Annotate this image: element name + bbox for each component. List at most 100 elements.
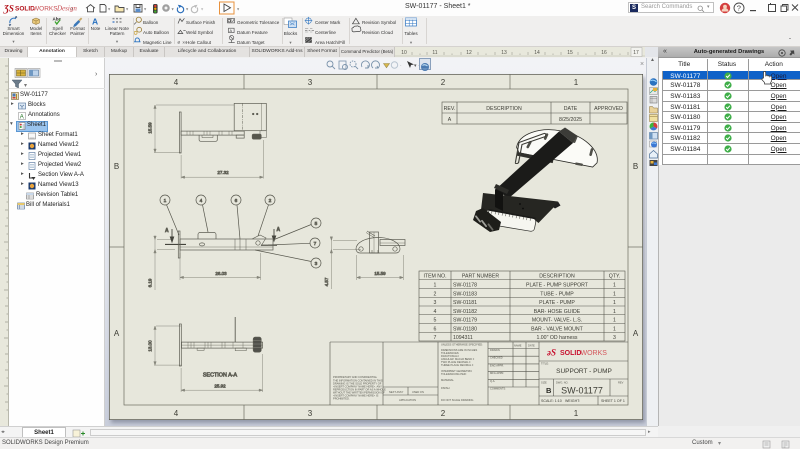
svg-text:1: 1 <box>574 409 579 418</box>
svg-text:WEIGHT:: WEIGHT: <box>565 399 580 403</box>
svg-text:ƷS: ƷS <box>3 4 14 14</box>
svg-text:UNLESS OTHERWISE SPECIFIED:: UNLESS OTHERWISE SPECIFIED: <box>441 343 483 347</box>
svg-text:11: 11 <box>432 50 437 56</box>
svg-text:PART NUMBER: PART NUMBER <box>462 274 499 280</box>
svg-text:CHECKED: CHECKED <box>490 356 503 360</box>
svg-text:▾: ▾ <box>144 7 147 12</box>
svg-text:6: 6 <box>434 326 437 332</box>
svg-text:›: › <box>95 71 98 78</box>
svg-text:PLATE - PUMP: PLATE - PUMP <box>539 300 575 306</box>
svg-text:DWG. NO.: DWG. NO. <box>556 381 569 385</box>
svg-text:SHEET 1 OF 1: SHEET 1 OF 1 <box>601 399 625 403</box>
svg-text:17: 17 <box>633 50 639 56</box>
svg-text:THREE PLACE DECIMAL ±: THREE PLACE DECIMAL ± <box>441 363 474 367</box>
svg-text:MATERIAL: MATERIAL <box>441 378 454 382</box>
svg-text:DESCRIPTION: DESCRIPTION <box>539 274 575 280</box>
svg-text:13: 13 <box>501 50 507 56</box>
svg-text:A: A <box>633 329 639 338</box>
svg-text:NAME: NAME <box>514 344 522 348</box>
svg-text:›: › <box>71 7 73 13</box>
svg-text:QTY.: QTY. <box>609 274 620 280</box>
svg-text:PLATE - PUMP SUPPORT: PLATE - PUMP SUPPORT <box>526 283 589 289</box>
svg-text:6: 6 <box>235 198 238 204</box>
svg-text:6.19: 6.19 <box>148 278 153 287</box>
svg-text:SW-01180: SW-01180 <box>453 326 477 332</box>
svg-text:DRAWN: DRAWN <box>490 348 500 352</box>
svg-text:1: 1 <box>164 198 167 204</box>
svg-text:3: 3 <box>613 335 616 341</box>
svg-text:BAR- HOSE GUIDE: BAR- HOSE GUIDE <box>534 309 581 315</box>
svg-text:2: 2 <box>269 198 272 204</box>
svg-text:PROPRIETARY AND CONFIDENTIAL: PROPRIETARY AND CONFIDENTIAL <box>333 375 378 379</box>
svg-text:1: 1 <box>613 283 616 289</box>
svg-text:3: 3 <box>308 409 313 418</box>
svg-text:4: 4 <box>434 309 437 315</box>
svg-text:BAR - VALVE MOUNT: BAR - VALVE MOUNT <box>531 326 584 332</box>
svg-text:2: 2 <box>434 291 437 297</box>
svg-text:3: 3 <box>308 78 313 87</box>
svg-text:Q.A.: Q.A. <box>490 379 495 383</box>
svg-text:A: A <box>20 114 24 120</box>
svg-text:A: A <box>165 228 169 234</box>
svg-text:13.00: 13.00 <box>148 340 153 352</box>
svg-text:NEXT ASSY: NEXT ASSY <box>389 390 404 394</box>
svg-text:WORKS: WORKS <box>33 6 58 13</box>
svg-text:▾: ▾ <box>126 7 129 12</box>
svg-text:WORKS: WORKS <box>581 350 608 357</box>
svg-text:2: 2 <box>441 78 446 87</box>
svg-text:DESCRIPTION: DESCRIPTION <box>486 106 522 112</box>
svg-text:1: 1 <box>613 326 616 332</box>
svg-text:SW-01183: SW-01183 <box>453 291 477 297</box>
svg-text:SIZE: SIZE <box>541 381 547 385</box>
svg-text:TUBE - PUMP: TUBE - PUMP <box>540 291 574 297</box>
svg-text:SW-01179: SW-01179 <box>453 318 477 324</box>
svg-text:1: 1 <box>613 300 616 306</box>
svg-text:A: A <box>114 329 120 338</box>
svg-text:A: A <box>92 17 98 27</box>
svg-text:USED ON: USED ON <box>412 390 424 394</box>
svg-text:5: 5 <box>434 318 437 324</box>
svg-text:SW-01178: SW-01178 <box>453 283 477 289</box>
svg-text:1: 1 <box>434 283 437 289</box>
svg-text:1: 1 <box>574 78 579 87</box>
svg-text:1: 1 <box>613 309 616 315</box>
svg-text:27.32: 27.32 <box>217 170 229 175</box>
svg-text:4.57: 4.57 <box>324 277 329 286</box>
svg-text:A: A <box>448 117 452 123</box>
svg-text:TITLE:: TITLE: <box>541 362 549 366</box>
svg-text:ENG APPR.: ENG APPR. <box>490 363 504 367</box>
svg-text:▾: ▾ <box>201 7 204 12</box>
svg-text:10: 10 <box>401 50 407 56</box>
svg-text:SUPPORT - PUMP: SUPPORT - PUMP <box>556 368 612 375</box>
svg-text:DATE: DATE <box>564 106 578 112</box>
svg-text:4: 4 <box>174 409 179 418</box>
svg-text:4: 4 <box>200 198 203 204</box>
svg-text:7: 7 <box>314 241 317 247</box>
svg-text:?: ? <box>737 4 741 13</box>
svg-text:4: 4 <box>174 78 179 87</box>
svg-text:25.92: 25.92 <box>214 384 226 389</box>
svg-text:SECTION A-A: SECTION A-A <box>203 372 238 378</box>
svg-text:2: 2 <box>441 409 446 418</box>
svg-text:SCALE: 1:10: SCALE: 1:10 <box>541 399 562 403</box>
svg-text:15.59: 15.59 <box>374 271 386 276</box>
svg-text:3: 3 <box>315 261 318 267</box>
svg-text:▾: ▾ <box>237 7 240 12</box>
svg-text:TOLERANCING PER:: TOLERANCING PER: <box>441 372 467 376</box>
svg-text:B: B <box>633 162 638 171</box>
svg-text:ǝS: ǝS <box>547 348 556 358</box>
svg-text:MFG APPR.: MFG APPR. <box>490 371 504 375</box>
svg-text:5: 5 <box>315 221 318 227</box>
svg-text:▾: ▾ <box>186 7 189 12</box>
svg-text:16: 16 <box>601 50 607 56</box>
svg-text:DATE: DATE <box>528 344 535 348</box>
svg-text:1: 1 <box>613 318 616 324</box>
svg-text:REV: REV <box>618 381 624 385</box>
svg-text:SW-01182: SW-01182 <box>453 309 477 315</box>
svg-text:·: · <box>400 63 402 69</box>
svg-text:⌀: ⌀ <box>178 40 181 45</box>
svg-text:▾: ▾ <box>108 7 111 12</box>
svg-text:15.59: 15.59 <box>148 122 153 134</box>
svg-text:14: 14 <box>534 50 540 56</box>
svg-text:APPLICATION: APPLICATION <box>399 398 416 402</box>
